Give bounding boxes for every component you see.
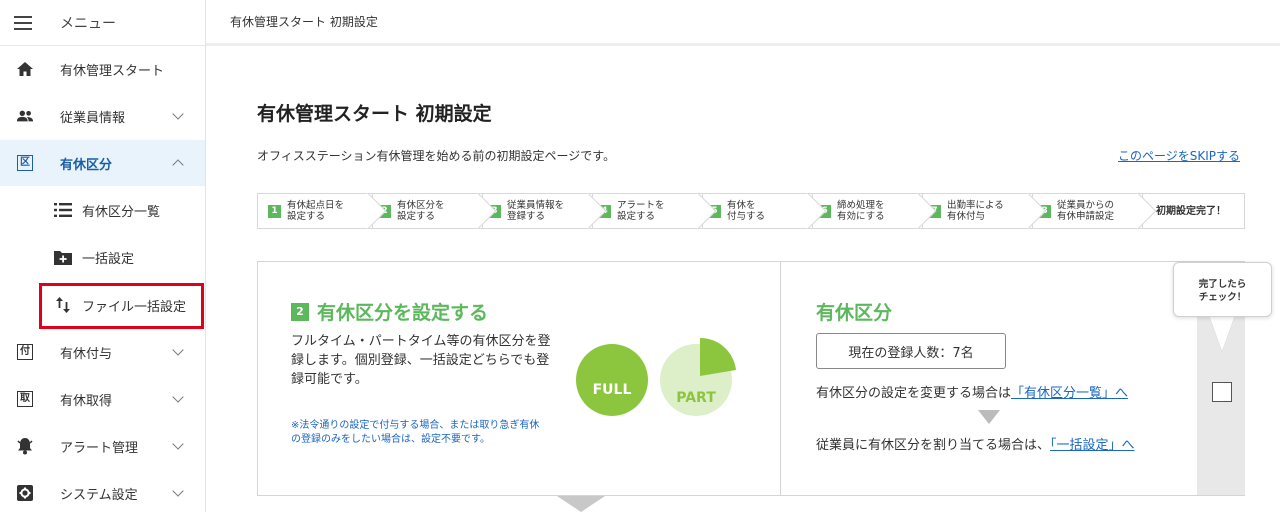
step-label: 有休を 付与する [727,200,766,222]
step-label: アラートを 設定する [617,200,665,222]
sidebar-header: メニュー [0,0,205,46]
bulk-setting-link[interactable]: 「一括設定」へ [1050,438,1135,453]
category-icon: 区 [16,154,34,172]
down-arrow-icon [978,410,1000,424]
sidebar-item-label: システム設定 [60,487,138,503]
step-label: 締め処理を 有効にする [837,200,885,222]
gear-icon [16,484,34,502]
check-tooltip: 完了したら チェック！ [1173,262,1272,317]
chevron-down-icon [172,391,184,403]
sidebar-item-start[interactable]: 有休管理スタート [0,46,205,92]
sidebar-item-employees[interactable]: 従業員情報 [0,93,205,139]
sidebar-item-label: 有休管理スタート [60,63,165,79]
completion-checkbox[interactable] [1212,382,1232,402]
sidebar-item-label: 有休区分 [60,157,113,173]
registered-count: 現在の登録人数：7名 [816,333,1006,369]
grant-icon-char: 付 [17,344,33,360]
tooltip-tail [1209,315,1235,351]
step-progress: 1 有休起点日を 設定する 2 有休区分を 設定する 3 従業員情報を 登録する… [257,192,1245,230]
step-label: 出勤率による 有休付与 [947,200,1004,222]
sidebar-subitem-bulk-setting[interactable]: 一括設定 [0,234,205,280]
step-label: 有休区分を 設定する [397,200,445,222]
sidebar-item-label: 有休付与 [60,346,113,362]
highlight-box [39,283,204,329]
sidebar-item-leave-category[interactable]: 区 有休区分 [0,140,205,186]
part-pie-icon: PART [660,337,736,416]
full-label: FULL [592,382,632,398]
people-icon [16,107,34,125]
category-title: 有休区分 [816,302,893,324]
full-time-icon: FULL [576,344,648,416]
chevron-down-icon [172,108,184,120]
step-label: 初期設定完了！ [1156,205,1226,217]
hamburger-menu-icon[interactable] [14,15,32,30]
home-icon [16,60,34,78]
grant-icon: 付 [16,343,34,361]
page-description: オフィスステーション有休管理を始める前の初期設定ページです。 [257,149,616,163]
section-step-number: 2 [291,302,309,321]
assign-line: 従業員に有休区分を割り当てる場合は、「一括設定」へ [816,434,1135,453]
step-label: 従業員情報を 登録する [507,200,565,222]
assign-text: 従業員に有休区分を割り当てる場合は、 [816,438,1051,453]
bell-icon [16,437,34,455]
page-title: 有休管理スタート 初期設定 [257,103,492,125]
breadcrumb: 有休管理スタート 初期設定 [230,15,378,29]
chevron-up-icon [172,159,184,171]
section-description: フルタイム・パートタイム等の有休区分を登録します。個別登録、一括設定どちらでも登… [291,334,551,387]
chevron-down-icon [172,485,184,497]
add-folder-icon [54,248,72,266]
list-icon [54,201,72,219]
acquisition-icon: 取 [16,390,34,408]
chevron-down-icon [172,438,184,450]
sidebar-item-system-settings[interactable]: システム設定 [0,470,205,516]
sidebar-item-label: アラート管理 [60,440,139,456]
category-list-link[interactable]: 「有休区分一覧」へ [1011,386,1128,401]
step-number: 1 [268,204,281,218]
acquisition-icon-char: 取 [17,391,33,407]
part-time-icon: PART [660,337,738,416]
step-label: 有休起点日を 設定する [287,200,345,222]
section-title: 2 有休区分を設定する [291,298,488,325]
sidebar-item-label: 有休取得 [60,393,113,409]
menu-title: メニュー [60,15,116,32]
next-arrow-icon [557,496,605,512]
category-icon-char: 区 [17,155,33,171]
part-label: PART [676,390,716,406]
step-label: 従業員からの 有休申請設定 [1057,200,1115,222]
sidebar-item-label: 有休区分一覧 [82,204,161,220]
skip-link[interactable]: このページをSKIPする [1118,147,1240,164]
chevron-down-icon [172,344,184,356]
step-1: 1 有休起点日を 設定する [257,192,387,230]
change-setting-line: 有休区分の設定を変更する場合は「有休区分一覧」へ [816,382,1128,401]
setup-card: 2 有休区分を設定する フルタイム・パートタイム等の有休区分を登録します。個別登… [257,261,1245,496]
sidebar-item-grant[interactable]: 付 有休付与 [0,329,205,375]
sidebar-item-label: 一括設定 [82,251,135,267]
sidebar-subitem-category-list[interactable]: 有休区分一覧 [0,187,205,233]
tooltip-line: チェック！ [1198,292,1247,303]
sidebar-item-acquisition[interactable]: 取 有休取得 [0,376,205,422]
change-setting-text: 有休区分の設定を変更する場合は [816,386,1012,401]
section-title-text: 有休区分を設定する [317,302,489,324]
top-bar: 有休管理スタート 初期設定 [206,0,1280,46]
card-left-panel: 2 有休区分を設定する フルタイム・パートタイム等の有休区分を登録します。個別登… [258,262,781,495]
sidebar-item-alert[interactable]: アラート管理 [0,423,205,469]
main-content: 有休管理スタート 初期設定 オフィスステーション有休管理を始める前の初期設定ペー… [206,49,1280,512]
sidebar-item-label: 従業員情報 [60,110,126,126]
tooltip-line: 完了したら [1198,279,1247,290]
sidebar: メニュー 有休管理スタート 従業員情報 区 有休区分 有休区分一覧 一括設定 フ… [0,0,206,512]
section-note: ※法令通りの設定で付与する場合、または取り急ぎ有休の登録のみをしたい場合は、設定… [291,420,540,445]
